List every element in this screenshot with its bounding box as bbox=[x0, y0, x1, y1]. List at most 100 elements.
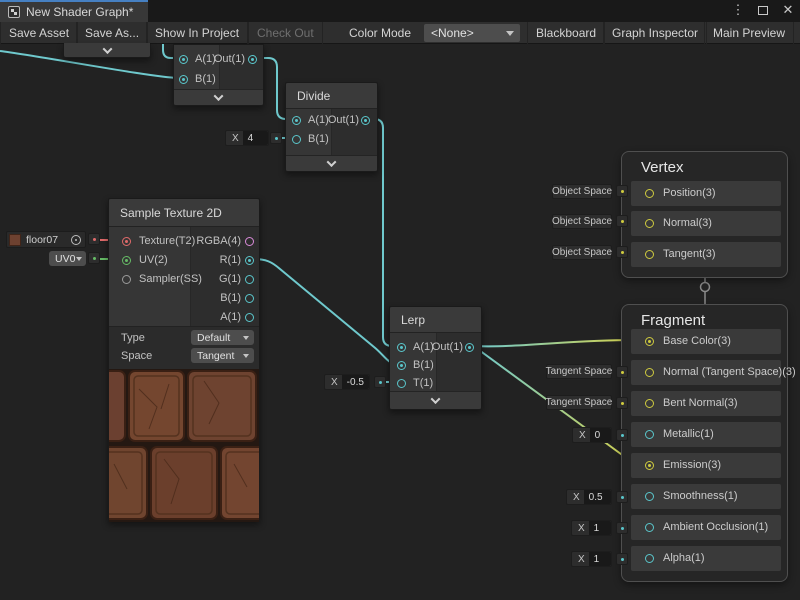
ambient-occlusion-row[interactable]: Ambient Occlusion(1) bbox=[631, 515, 781, 540]
texture-thumbnail bbox=[9, 234, 21, 246]
node-title: Divide bbox=[297, 89, 330, 103]
port-normal-tangent-space[interactable] bbox=[645, 368, 654, 377]
normal-row[interactable]: Normal(3) bbox=[631, 211, 781, 236]
port-out-label: Out(1) bbox=[214, 53, 245, 65]
port-sampler[interactable] bbox=[122, 275, 131, 284]
chevron-down-icon[interactable] bbox=[102, 44, 112, 54]
x-label: X bbox=[572, 554, 589, 565]
port-position-label: Position(3) bbox=[663, 187, 716, 199]
lerp-node[interactable]: Lerp A(1) B(1) T(1) Out(1) bbox=[389, 306, 482, 410]
port-b[interactable] bbox=[292, 135, 301, 144]
type-value: Default bbox=[197, 332, 230, 344]
x-value[interactable]: 0.5 bbox=[584, 490, 611, 504]
space-selector[interactable]: Object Space bbox=[552, 214, 612, 229]
save-as-button[interactable]: Save As... bbox=[76, 22, 148, 44]
graph-inspector-toggle[interactable]: Graph Inspector bbox=[603, 22, 707, 44]
connector-dot bbox=[270, 132, 282, 144]
port-b[interactable] bbox=[397, 361, 406, 370]
graph-tab[interactable]: New Shader Graph* bbox=[0, 0, 148, 22]
smoothness-row[interactable]: Smoothness(1) bbox=[631, 484, 781, 509]
port-a[interactable] bbox=[179, 55, 188, 64]
space-selector[interactable]: Object Space bbox=[552, 184, 612, 199]
port-t[interactable] bbox=[397, 379, 406, 388]
port-smoothness-label: Smoothness(1) bbox=[663, 490, 738, 502]
port-b[interactable] bbox=[245, 294, 254, 303]
collapsed-node[interactable] bbox=[63, 44, 151, 58]
port-out[interactable] bbox=[361, 116, 370, 125]
divide-b-default-input[interactable]: X 4 bbox=[225, 130, 269, 146]
color-mode-dropdown[interactable]: <None> bbox=[424, 24, 520, 42]
space-selector[interactable]: Tangent Space bbox=[546, 364, 612, 379]
x-value[interactable]: 1 bbox=[589, 521, 611, 535]
port-alpha[interactable] bbox=[645, 554, 654, 563]
port-tangent[interactable] bbox=[645, 250, 654, 259]
port-normal[interactable] bbox=[645, 219, 654, 228]
connector-dot bbox=[88, 252, 100, 264]
port-bent-normal[interactable] bbox=[645, 399, 654, 408]
port-ambient-occlusion[interactable] bbox=[645, 523, 654, 532]
port-rgba[interactable] bbox=[245, 237, 254, 246]
smoothness-default-input[interactable]: X 0.5 bbox=[566, 489, 612, 505]
texture-object-field[interactable]: floor07 bbox=[6, 231, 86, 248]
lerp-t-default-input[interactable]: X -0.5 bbox=[324, 374, 370, 390]
chevron-down-icon bbox=[243, 336, 249, 340]
ao-default-input[interactable]: X 1 bbox=[571, 520, 612, 536]
chevron-down-icon[interactable] bbox=[327, 157, 337, 167]
vertex-block[interactable]: Vertex Position(3) Normal(3) Tangent(3) bbox=[621, 151, 788, 278]
port-uv[interactable] bbox=[122, 256, 131, 265]
chevron-down-icon[interactable] bbox=[431, 394, 441, 404]
chevron-down-icon[interactable] bbox=[214, 91, 224, 101]
port-a[interactable] bbox=[292, 116, 301, 125]
add-node[interactable]: A(1) B(1) Out(1) bbox=[173, 44, 264, 106]
blackboard-toggle[interactable]: Blackboard bbox=[527, 22, 605, 44]
main-preview-toggle[interactable]: Main Preview bbox=[704, 22, 794, 44]
connector-dot bbox=[616, 522, 628, 534]
port-a[interactable] bbox=[245, 313, 254, 322]
normal-ts-row[interactable]: Normal (Tangent Space)(3) bbox=[631, 360, 781, 385]
object-picker-icon[interactable] bbox=[71, 235, 81, 245]
port-out[interactable] bbox=[248, 55, 257, 64]
position-row[interactable]: Position(3) bbox=[631, 181, 781, 206]
connector-dot bbox=[616, 185, 628, 197]
type-label: Type bbox=[121, 332, 145, 344]
bent-normal-row[interactable]: Bent Normal(3) bbox=[631, 391, 781, 416]
show-in-project-button[interactable]: Show In Project bbox=[146, 22, 248, 44]
x-value[interactable]: 0 bbox=[590, 428, 611, 442]
fragment-block[interactable]: Fragment Base Color(3) Normal (Tangent S… bbox=[621, 304, 788, 582]
close-icon[interactable]: ✕ bbox=[780, 2, 796, 18]
port-g[interactable] bbox=[245, 275, 254, 284]
port-r[interactable] bbox=[245, 256, 254, 265]
divide-node[interactable]: Divide A(1) B(1) Out(1) bbox=[285, 82, 378, 172]
x-value[interactable]: 4 bbox=[243, 131, 268, 145]
port-b[interactable] bbox=[179, 75, 188, 84]
connector-dot bbox=[374, 376, 386, 388]
uv-channel-dropdown[interactable]: UV0 bbox=[49, 251, 86, 266]
x-value[interactable]: -0.5 bbox=[342, 375, 369, 389]
port-a[interactable] bbox=[397, 343, 406, 352]
alpha-default-input[interactable]: X 1 bbox=[571, 551, 612, 567]
metallic-default-input[interactable]: X 0 bbox=[572, 427, 612, 443]
port-emission[interactable] bbox=[645, 461, 654, 470]
port-texture[interactable] bbox=[122, 237, 131, 246]
kebab-menu-icon[interactable]: ⋮ bbox=[730, 2, 746, 18]
port-out[interactable] bbox=[465, 343, 474, 352]
maximize-icon[interactable] bbox=[755, 2, 771, 18]
port-metallic[interactable] bbox=[645, 430, 654, 439]
sample-texture-2d-node[interactable]: Sample Texture 2D Texture(T2) UV(2) Samp… bbox=[108, 198, 260, 522]
port-smoothness[interactable] bbox=[645, 492, 654, 501]
port-tangent-label: Tangent(3) bbox=[663, 248, 716, 260]
base-color-row[interactable]: Base Color(3) bbox=[631, 329, 781, 354]
metallic-row[interactable]: Metallic(1) bbox=[631, 422, 781, 447]
space-dropdown[interactable]: Tangent bbox=[191, 348, 254, 363]
alpha-row[interactable]: Alpha(1) bbox=[631, 546, 781, 571]
type-dropdown[interactable]: Default bbox=[191, 330, 254, 345]
port-position[interactable] bbox=[645, 189, 654, 198]
tangent-row[interactable]: Tangent(3) bbox=[631, 242, 781, 267]
space-selector[interactable]: Tangent Space bbox=[546, 395, 612, 410]
save-asset-button[interactable]: Save Asset bbox=[0, 22, 78, 44]
x-value[interactable]: 1 bbox=[589, 552, 611, 566]
space-selector[interactable]: Object Space bbox=[552, 245, 612, 260]
port-base-color[interactable] bbox=[645, 337, 654, 346]
emission-row[interactable]: Emission(3) bbox=[631, 453, 781, 478]
chevron-down-icon bbox=[76, 257, 82, 261]
